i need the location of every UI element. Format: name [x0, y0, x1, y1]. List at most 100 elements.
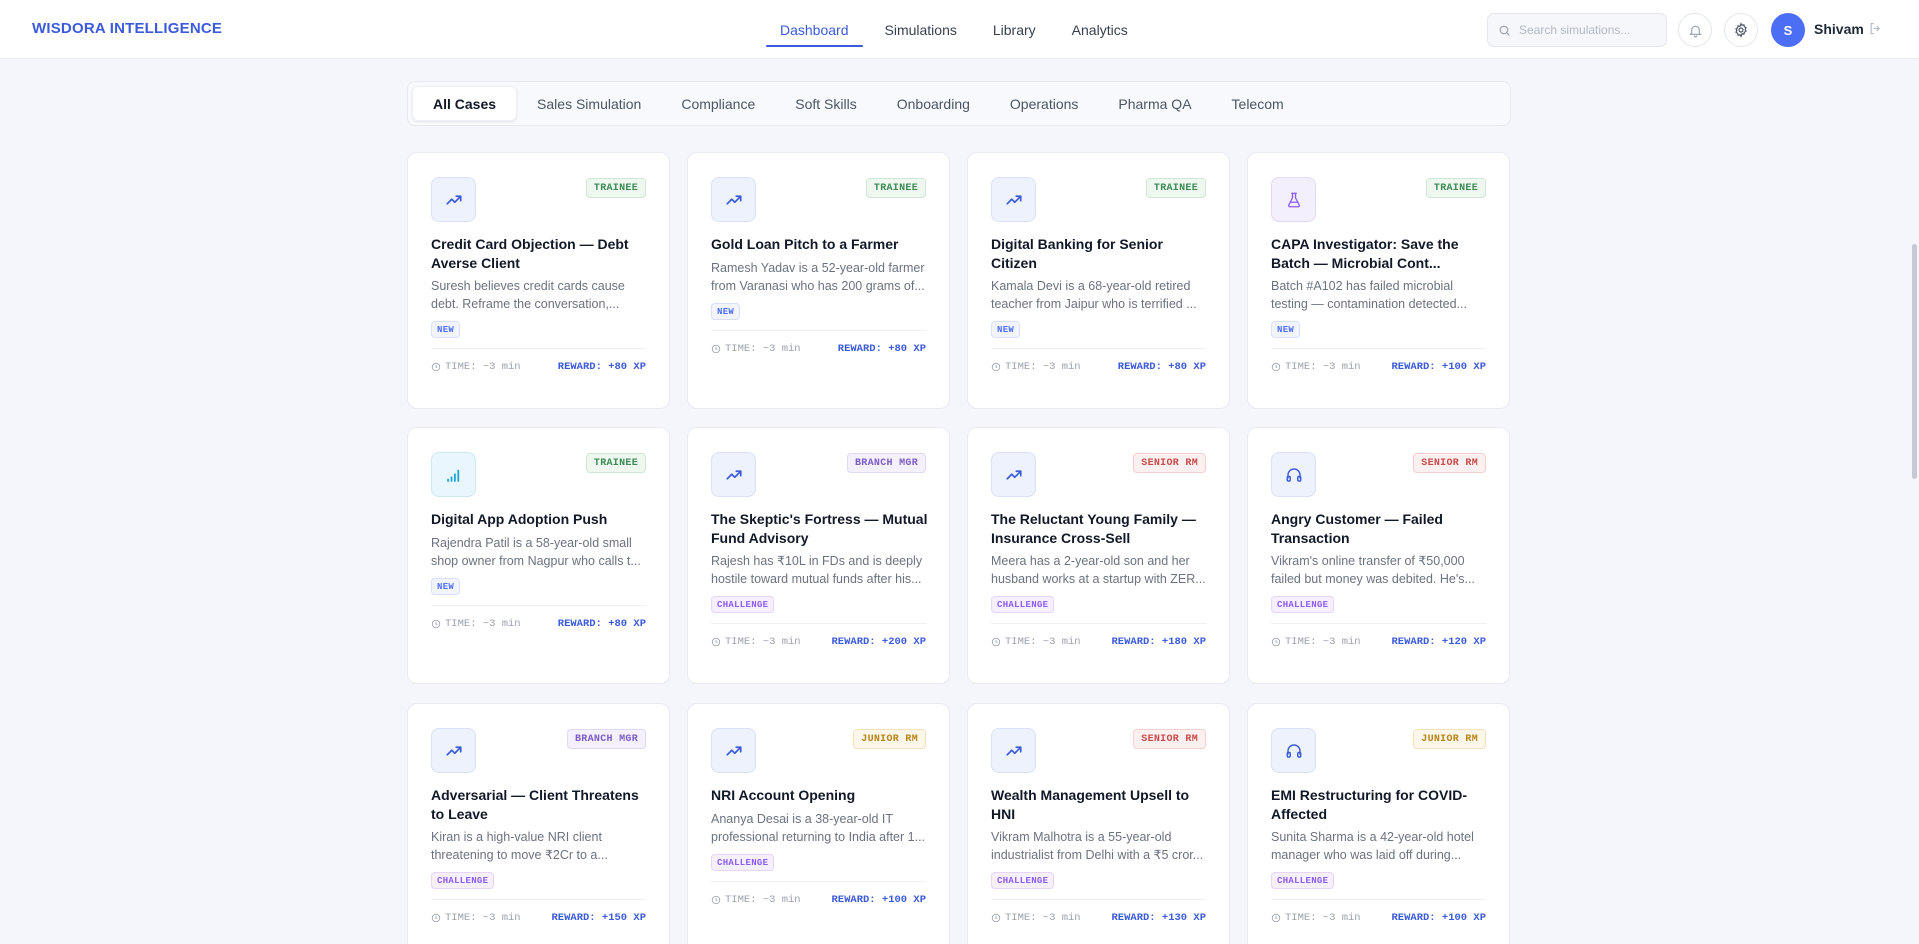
card-title: Angry Customer — Failed Transaction: [1271, 511, 1443, 546]
clock-icon: [991, 637, 1001, 647]
card-description: Batch #A102 has failed microbial testing…: [1271, 279, 1467, 311]
level-badge: TRAINEE: [585, 178, 646, 198]
clock-icon: [991, 362, 1001, 372]
filter-sales-simulation[interactable]: Sales Simulation: [517, 86, 661, 121]
filter-telecom[interactable]: Telecom: [1212, 86, 1304, 121]
clock-icon: [431, 619, 441, 629]
time-label: TIME: ~3 min: [445, 618, 521, 630]
reward-label: REWARD: +200 XP: [831, 636, 926, 648]
time-label: TIME: ~3 min: [1285, 912, 1361, 924]
time-estimate: TIME: ~3 min: [431, 618, 521, 630]
simulation-card[interactable]: TRAINEE Gold Loan Pitch to a Farmer Ramesh…: [687, 152, 950, 409]
user-name: Shivam: [1814, 21, 1864, 37]
filter-compliance[interactable]: Compliance: [661, 86, 775, 121]
time-label: TIME: ~3 min: [1005, 636, 1081, 648]
card-divider: [991, 348, 1206, 349]
reward-label: REWARD: +100 XP: [1391, 361, 1486, 373]
level-badge: TRAINEE: [1145, 178, 1206, 198]
card-description: Rajesh has ₹10L in FDs and is deeply hos…: [711, 554, 923, 586]
top-navbar: WISDORA INTELLIGENCE Dashboard Simulatio…: [0, 0, 1919, 59]
card-icon: [991, 452, 1036, 497]
simulation-card[interactable]: TRAINEE Credit Card Objection — Debt Aver…: [407, 152, 670, 409]
card-icon: [711, 177, 756, 222]
card-title: Digital App Adoption Push: [431, 511, 608, 527]
filter-soft-skills[interactable]: Soft Skills: [775, 86, 876, 121]
card-divider: [991, 899, 1206, 900]
clock-icon: [711, 344, 721, 354]
filter-pharma-qa[interactable]: Pharma QA: [1098, 86, 1211, 121]
reward-label: REWARD: +80 XP: [557, 618, 646, 630]
simulation-card[interactable]: BRANCH MGR The Skeptic's Fortress — Mutua…: [687, 427, 950, 684]
trend-up-icon: [1005, 191, 1023, 209]
clock-icon: [431, 913, 441, 923]
card-divider: [431, 899, 646, 900]
simulation-card[interactable]: SENIOR RM Angry Customer — Failed Transac…: [1247, 427, 1510, 684]
simulation-card[interactable]: TRAINEE Digital App Adoption Push Rajendra…: [407, 427, 670, 684]
card-title: EMI Restructuring for COVID-Affected: [1271, 787, 1468, 822]
card-divider: [431, 605, 646, 606]
simulation-card[interactable]: JUNIOR RM EMI Restructuring for COVID-Aff…: [1247, 703, 1510, 944]
card-description: Kiran is a high-value NRI client threate…: [431, 830, 608, 862]
nav-simulations[interactable]: Simulations: [871, 0, 971, 59]
brand-logo[interactable]: WISDORA INTELLIGENCE: [32, 20, 222, 37]
time-estimate: TIME: ~3 min: [991, 636, 1081, 648]
simulation-card[interactable]: SENIOR RM Wealth Management Upsell to HNI…: [967, 703, 1230, 944]
card-icon: [431, 177, 476, 222]
card-divider: [711, 330, 926, 331]
card-divider: [431, 348, 646, 349]
status-tag: CHALLENGE: [991, 872, 1055, 889]
bell-icon: [1688, 25, 1702, 37]
card-icon: [1271, 452, 1316, 497]
card-divider: [711, 623, 926, 624]
simulation-card[interactable]: TRAINEE Digital Banking for Senior Citize…: [967, 152, 1230, 409]
status-tag: CHALLENGE: [1271, 872, 1335, 889]
avatar[interactable]: S: [1771, 13, 1805, 47]
card-title: NRI Account Opening: [711, 787, 856, 803]
search-icon: [1499, 25, 1510, 36]
nav-dashboard[interactable]: Dashboard: [766, 0, 863, 59]
time-label: TIME: ~3 min: [1005, 361, 1081, 373]
status-tag: CHALLENGE: [431, 872, 495, 889]
card-icon: [991, 177, 1036, 222]
filter-operations[interactable]: Operations: [990, 86, 1098, 121]
clock-icon: [711, 637, 721, 647]
filter-all-cases[interactable]: All Cases: [412, 86, 518, 121]
nav-library[interactable]: Library: [979, 0, 1050, 59]
time-label: TIME: ~3 min: [445, 361, 521, 373]
clock-icon: [1271, 637, 1281, 647]
status-tag: NEW: [1271, 321, 1301, 338]
search-box[interactable]: [1487, 13, 1667, 47]
headphones-icon: [1285, 466, 1303, 484]
simulation-card[interactable]: SENIOR RM The Reluctant Young Family — In…: [967, 427, 1230, 684]
card-description: Vikram's online transfer of ₹50,000 fail…: [1271, 554, 1475, 586]
level-badge: JUNIOR RM: [1413, 729, 1486, 749]
card-icon: [431, 452, 476, 497]
page-scrollbar[interactable]: [1912, 244, 1917, 479]
card-title: CAPA Investigator: Save the Batch — Micr…: [1271, 236, 1459, 271]
gear-icon: [1735, 22, 1747, 38]
simulation-card[interactable]: BRANCH MGR Adversarial — Client Threatens…: [407, 703, 670, 944]
card-description: Meera has a 2-year-old son and her husba…: [991, 554, 1206, 586]
notifications-button[interactable]: [1678, 13, 1712, 47]
search-input[interactable]: [1519, 23, 1659, 37]
level-badge: TRAINEE: [1425, 178, 1486, 198]
card-description: Ramesh Yadav is a 52-year-old farmer fro…: [711, 261, 925, 293]
card-divider: [991, 623, 1206, 624]
card-icon: [711, 728, 756, 773]
card-description: Sunita Sharma is a 42-year-old hotel man…: [1271, 830, 1474, 862]
status-tag: NEW: [431, 321, 461, 338]
logout-button[interactable]: [1868, 21, 1883, 41]
reward-label: REWARD: +80 XP: [837, 343, 926, 355]
status-tag: CHALLENGE: [1271, 596, 1335, 613]
simulation-card[interactable]: JUNIOR RM NRI Account Opening Ananya Desai…: [687, 703, 950, 944]
filter-onboarding[interactable]: Onboarding: [877, 86, 990, 121]
trend-up-icon: [445, 191, 463, 209]
time-estimate: TIME: ~3 min: [711, 636, 801, 648]
nav-analytics[interactable]: Analytics: [1058, 0, 1142, 59]
trend-up-icon: [1005, 466, 1023, 484]
settings-button[interactable]: [1724, 13, 1758, 47]
card-description: Vikram Malhotra is a 55-year-old industr…: [991, 830, 1204, 862]
level-badge: BRANCH MGR: [566, 729, 646, 749]
simulation-card[interactable]: TRAINEE CAPA Investigator: Save the Batch…: [1247, 152, 1510, 409]
card-icon: [1271, 728, 1316, 773]
